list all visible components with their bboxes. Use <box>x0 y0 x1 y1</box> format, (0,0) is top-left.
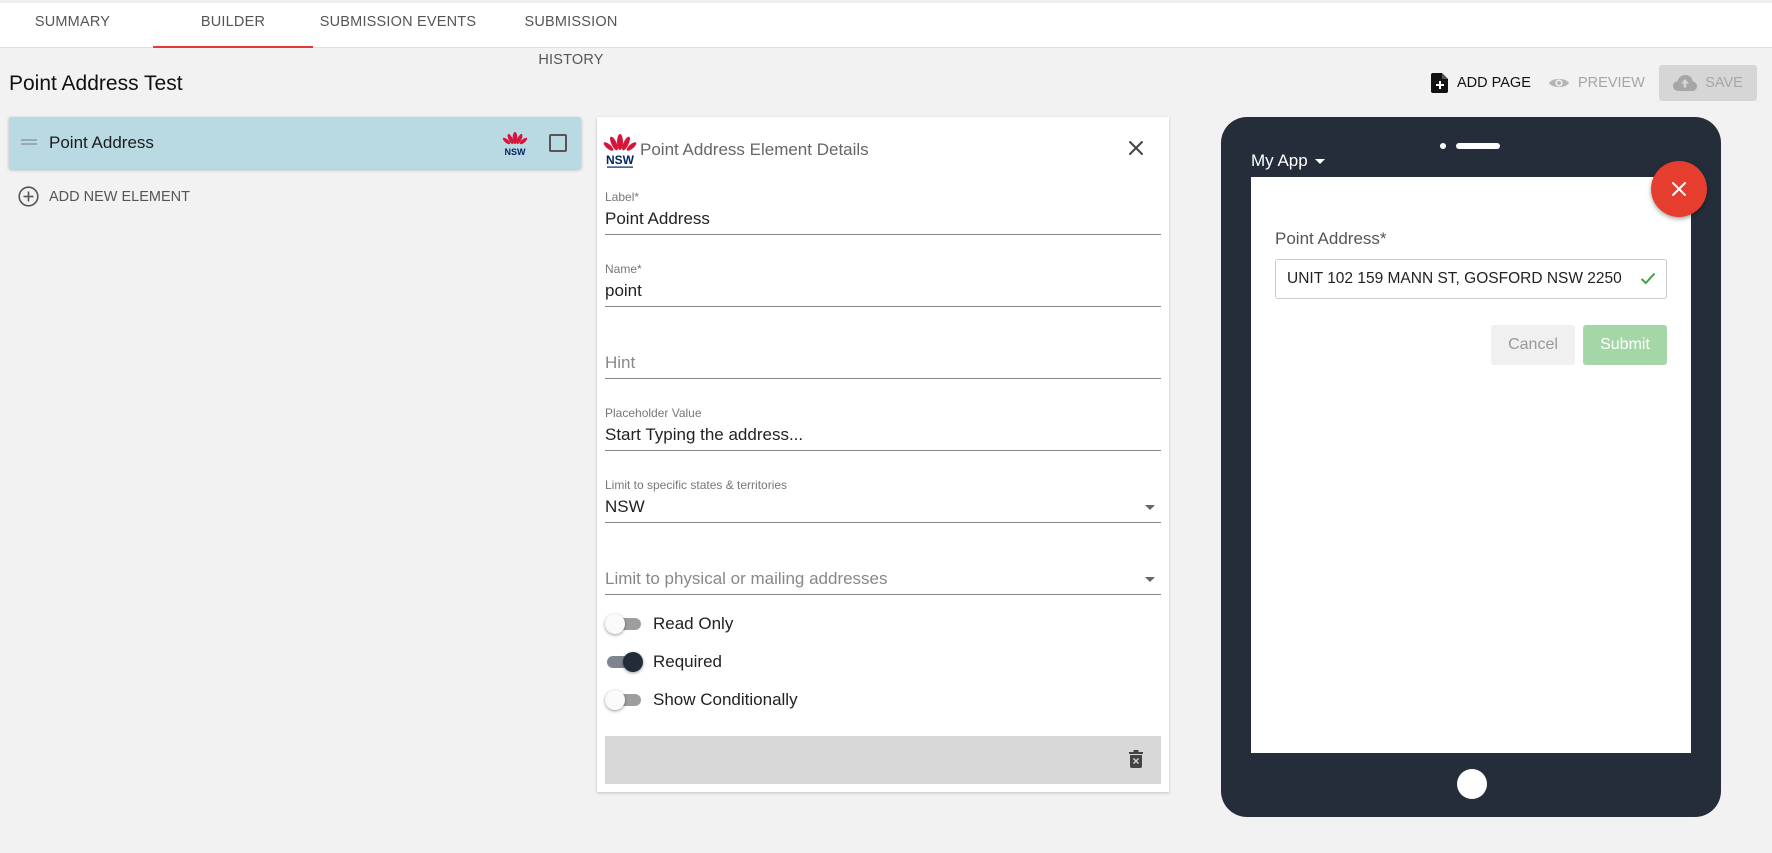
states-select-label: Limit to specific states & territories <box>605 478 788 492</box>
element-list-item-label: Point Address <box>49 133 154 152</box>
read-only-toggle-row[interactable]: Read Only <box>605 614 733 634</box>
preview-screen: Point Address* UNIT 102 159 MANN ST, GOS… <box>1251 177 1691 753</box>
eye-icon <box>1549 78 1569 88</box>
tab-builder[interactable]: BUILDER <box>153 3 313 48</box>
placeholder-value-field-value[interactable]: Start Typing the address... <box>605 422 1161 450</box>
placeholder-value-field[interactable]: Placeholder Value Start Typing the addre… <box>605 406 1161 451</box>
add-new-element-button[interactable]: ADD NEW ELEMENT <box>18 186 190 207</box>
tab-bar: SUMMARY BUILDER SUBMISSION EVENTS SUBMIS… <box>0 0 1772 68</box>
delete-element-button[interactable] <box>1129 750 1143 773</box>
tab-summary[interactable]: SUMMARY <box>0 3 145 48</box>
nsw-logo-icon: NSW <box>502 129 528 162</box>
app-name-label: My App <box>1251 151 1308 170</box>
preview-address-value: UNIT 102 159 MANN ST, GOSFORD NSW 2250 <box>1287 270 1622 287</box>
hint-field[interactable]: Hint <box>605 334 1161 379</box>
cloud-upload-icon <box>1673 75 1698 91</box>
label-field[interactable]: Label* Point Address <box>605 190 1161 235</box>
name-field[interactable]: Name* point <box>605 262 1161 307</box>
details-title: Point Address Element Details <box>640 140 869 159</box>
preview-cancel-button[interactable]: Cancel <box>1491 325 1575 365</box>
add-page-label: ADD PAGE <box>1457 75 1531 91</box>
show-conditionally-toggle[interactable] <box>605 690 643 710</box>
placeholder-value-field-label: Placeholder Value <box>605 406 702 420</box>
camera-dot <box>1440 143 1446 149</box>
close-icon <box>1129 141 1143 155</box>
states-select[interactable]: Limit to specific states & territories N… <box>605 478 1161 523</box>
svg-text:NSW: NSW <box>505 147 527 157</box>
address-type-select[interactable]: Limit to physical or mailing addresses <box>605 550 1161 595</box>
preview-address-input[interactable]: UNIT 102 159 MANN ST, GOSFORD NSW 2250 <box>1275 259 1667 299</box>
device-preview: My App Point Address* UNIT 102 159 MANN … <box>1221 117 1721 817</box>
save-label: SAVE <box>1705 75 1743 91</box>
preview-submit-button[interactable]: Submit <box>1583 325 1667 365</box>
add-circle-icon <box>18 186 39 207</box>
required-toggle-row[interactable]: Required <box>605 652 722 672</box>
hint-field-placeholder[interactable]: Hint <box>605 350 1161 378</box>
caret-down-icon <box>1314 158 1325 164</box>
add-page-button[interactable]: ADD PAGE <box>1431 70 1531 96</box>
label-field-label: Label* <box>605 190 640 204</box>
drag-handle-icon[interactable] <box>21 139 37 147</box>
tab-submission-events[interactable]: SUBMISSION EVENTS <box>318 3 478 48</box>
svg-text:NSW: NSW <box>606 153 635 167</box>
preview-field-label: Point Address* <box>1275 229 1387 248</box>
trash-icon <box>1129 750 1143 768</box>
name-field-label: Name* <box>605 262 642 276</box>
speaker-bar <box>1456 143 1500 149</box>
app-selector[interactable]: My App <box>1251 151 1325 171</box>
required-label: Required <box>653 652 722 671</box>
add-new-element-label: ADD NEW ELEMENT <box>49 188 190 205</box>
home-button <box>1457 769 1487 799</box>
read-only-label: Read Only <box>653 614 734 633</box>
tab-submission-history[interactable]: SUBMISSION HISTORY <box>490 3 652 68</box>
address-type-select-placeholder[interactable]: Limit to physical or mailing addresses <box>605 566 1161 594</box>
required-toggle[interactable] <box>605 652 643 672</box>
close-preview-button[interactable] <box>1651 161 1707 217</box>
preview-label: PREVIEW <box>1578 75 1645 91</box>
element-select-checkbox[interactable] <box>549 134 567 152</box>
page-title: Point Address Test <box>9 72 183 95</box>
states-select-value[interactable]: NSW <box>605 494 1161 522</box>
details-footer <box>605 736 1161 784</box>
name-field-value[interactable]: point <box>605 278 1161 306</box>
element-list-item[interactable]: Point Address NSW <box>9 117 581 169</box>
element-details-panel: NSW Point Address Element Details Label*… <box>597 117 1169 792</box>
show-conditionally-label: Show Conditionally <box>653 690 798 709</box>
check-icon <box>1640 272 1656 285</box>
dropdown-arrow-icon[interactable] <box>1145 505 1155 510</box>
save-button[interactable]: SAVE <box>1659 65 1757 101</box>
show-conditionally-toggle-row[interactable]: Show Conditionally <box>605 690 798 710</box>
dropdown-arrow-icon[interactable] <box>1145 577 1155 582</box>
add-page-icon <box>1431 73 1448 93</box>
read-only-toggle[interactable] <box>605 614 643 634</box>
nsw-logo-icon: NSW <box>603 131 637 174</box>
preview-button[interactable]: PREVIEW <box>1548 70 1645 96</box>
label-field-value[interactable]: Point Address <box>605 206 1161 234</box>
close-details-button[interactable] <box>1127 139 1145 157</box>
close-icon <box>1672 182 1686 196</box>
